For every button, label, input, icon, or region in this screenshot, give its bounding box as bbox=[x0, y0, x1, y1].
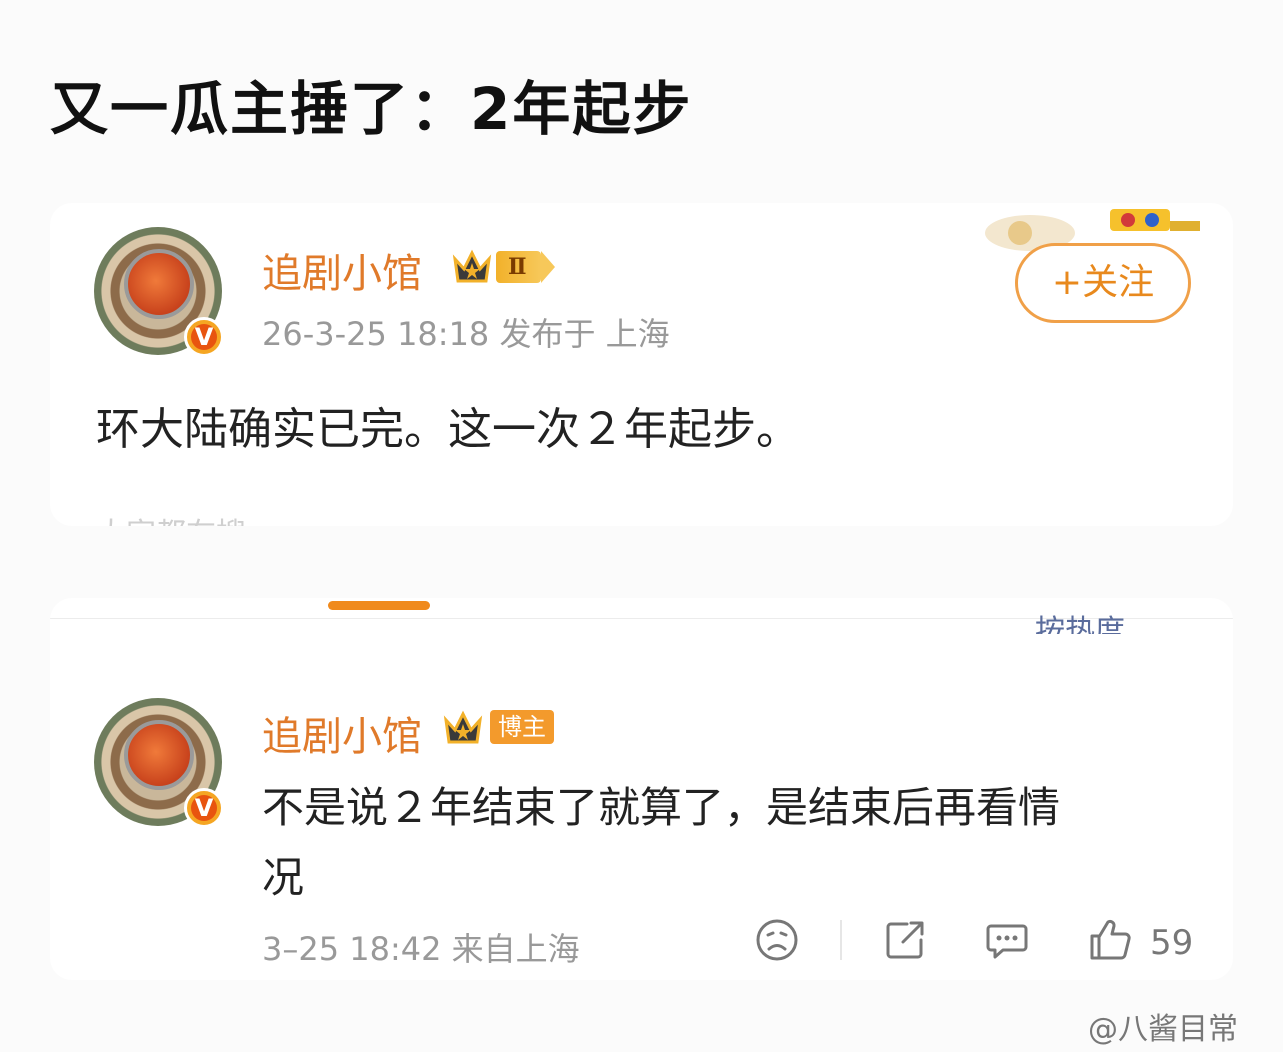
action-separator bbox=[840, 920, 842, 960]
avatar[interactable]: V bbox=[94, 698, 224, 828]
comment-icon[interactable] bbox=[985, 918, 1029, 962]
verified-icon: V bbox=[184, 788, 224, 828]
verified-icon: V bbox=[184, 317, 224, 357]
follow-button[interactable]: +关注 bbox=[1015, 243, 1191, 323]
username[interactable]: 追剧小馆 bbox=[262, 241, 422, 299]
level-badge: Ⅱ bbox=[496, 251, 554, 283]
comment-content-line2: 况 bbox=[262, 853, 305, 902]
comment-meta: 3–25 18:42 来自上海 bbox=[262, 930, 580, 968]
like-count: 59 bbox=[1150, 923, 1194, 963]
crown-icon bbox=[452, 249, 492, 283]
blogger-badge: 博主 bbox=[490, 710, 554, 744]
watermark: @八酱目常 bbox=[1088, 1012, 1238, 1047]
avatar[interactable]: V bbox=[94, 227, 224, 357]
trending-search-label[interactable]: 大家都在搜 bbox=[96, 509, 246, 526]
sort-button[interactable]: 按热度 bbox=[1035, 606, 1125, 634]
post-meta: 26-3-25 18:18 发布于 上海 bbox=[262, 315, 670, 353]
comment-username[interactable]: 追剧小馆 bbox=[262, 704, 422, 762]
thumbs-up-icon[interactable] bbox=[1088, 918, 1132, 962]
sad-face-icon[interactable] bbox=[755, 918, 799, 962]
comment-card: 按热度 V 追剧小馆 博主 不是说２年结束了就算了，是结束后再看情 况 3–25… bbox=[50, 598, 1233, 980]
page-title: 又一瓜主捶了：2年起步 bbox=[50, 75, 693, 143]
crown-icon bbox=[443, 710, 483, 744]
tab-indicator bbox=[328, 601, 430, 610]
comment-content-line1: 不是说２年结束了就算了，是结束后再看情 bbox=[262, 783, 1061, 832]
share-icon[interactable] bbox=[883, 918, 927, 962]
post-card: V 追剧小馆 Ⅱ 26-3-25 18:18 发布于 上海 +关注 环大陆确实已… bbox=[50, 203, 1233, 526]
post-content: 环大陆确实已完。这一次２年起步。 bbox=[96, 404, 800, 455]
